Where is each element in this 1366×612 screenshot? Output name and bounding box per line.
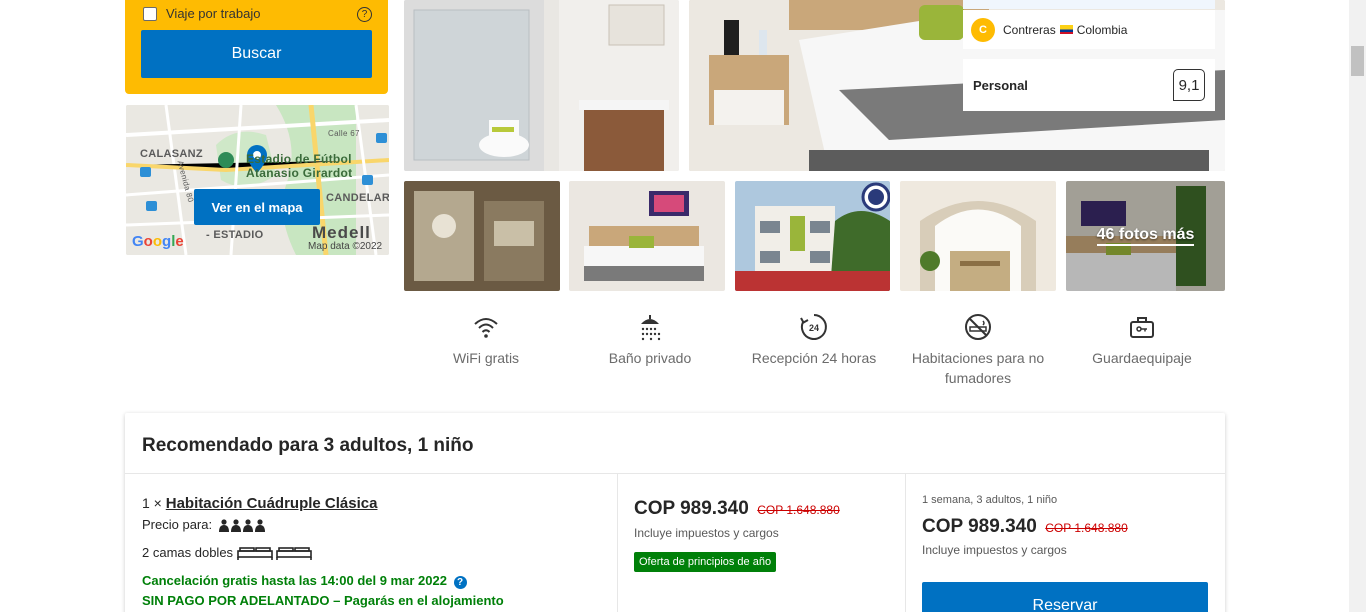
old-price: COP 1.648.880 xyxy=(757,503,840,517)
shower-icon xyxy=(641,315,661,341)
google-logo: Google xyxy=(132,233,184,250)
divider xyxy=(125,473,1225,474)
info-icon[interactable]: ? xyxy=(453,576,467,589)
no-smoking-icon xyxy=(965,314,991,340)
recommendation-title: Recomendado para 3 adultos, 1 niño xyxy=(142,435,474,456)
facility-non-smoking: Habitaciones para no fumadores xyxy=(898,312,1058,388)
more-photos-label[interactable]: 46 fotos más xyxy=(1066,181,1225,291)
stay-summary: 1 semana, 3 adultos, 1 niño xyxy=(922,494,1058,506)
free-cancellation: Cancelación gratis hasta las 14:00 del 9… xyxy=(142,573,467,589)
recommendation-panel: Recomendado para 3 adultos, 1 niño 1 × H… xyxy=(125,413,1225,612)
map-preview[interactable]: CALASANZ Estadio de Fútbol Atanasio Gira… xyxy=(126,105,389,255)
map-label-estadio: - ESTADIO xyxy=(206,229,264,241)
total-old-price: COP 1.648.880 xyxy=(1045,521,1128,535)
review-card-top xyxy=(963,0,1215,9)
facility-label: Recepción 24 horas xyxy=(751,350,877,366)
work-trip-label: Viaje por trabajo xyxy=(166,6,261,21)
room-name-link[interactable]: Habitación Cuádruple Clásica xyxy=(166,495,378,512)
map-label-candelaria: CANDELARIA xyxy=(326,192,389,204)
total-price: COP 989.340 xyxy=(922,516,1037,537)
room-line: 1 × Habitación Cuádruple Clásica xyxy=(142,495,377,512)
map-label-calasanz: CALASANZ xyxy=(140,148,203,160)
review-author: C Contreras Colombia xyxy=(963,10,1215,49)
occupancy-line: Precio para: xyxy=(142,517,267,533)
map-label-calle: Calle 67 xyxy=(328,129,360,138)
search-button[interactable]: Buscar xyxy=(141,30,372,78)
beds-line: 2 camas dobles xyxy=(142,545,313,561)
category-label: Personal xyxy=(973,77,1028,93)
facility-label: WiFi gratis xyxy=(452,350,520,366)
divider xyxy=(617,474,618,612)
photo-reception[interactable] xyxy=(900,181,1056,291)
deal-badge: Oferta de principios de año xyxy=(634,552,777,572)
photo-facade[interactable] xyxy=(735,181,890,291)
facility-label: Habitaciones para no fumadores xyxy=(911,350,1045,386)
facility-label: Baño privado xyxy=(608,350,692,366)
price: COP 989.340 xyxy=(634,498,749,519)
photo-lobby[interactable] xyxy=(404,181,560,291)
double-bed-icon xyxy=(236,546,312,560)
scrollbar[interactable] xyxy=(1349,0,1366,612)
clock-24-icon: 24 xyxy=(800,314,827,340)
work-trip-row[interactable]: Viaje por trabajo xyxy=(143,6,260,21)
reviewer-avatar: C xyxy=(971,17,995,42)
room-quantity: 1 × xyxy=(142,495,162,511)
person-icons xyxy=(218,519,265,533)
view-map-button[interactable]: Ver en el mapa xyxy=(194,189,320,225)
reviewer-name: Contreras xyxy=(1003,22,1056,37)
luggage-icon xyxy=(1130,317,1154,338)
reserve-button[interactable]: Reservar xyxy=(922,582,1208,612)
review-category-staff: Personal 9,1 xyxy=(963,59,1215,111)
no-prepayment: SIN PAGO POR ADELANTADO – Pagarás en el … xyxy=(142,593,504,608)
occupancy-icons xyxy=(218,519,267,533)
price-for-label: Precio para: xyxy=(142,517,213,532)
photo-bathroom[interactable] xyxy=(404,0,679,171)
scrollbar-thumb[interactable] xyxy=(1351,46,1364,76)
taxes-note: Incluye impuestos y cargos xyxy=(634,526,779,540)
reviewer-country: Colombia xyxy=(1076,22,1128,37)
map-attribution: Map data ©2022 xyxy=(308,241,383,252)
beds-label: 2 camas dobles xyxy=(142,545,234,560)
facility-label: Guardaequipaje xyxy=(1092,350,1192,366)
facility-wifi: WiFi gratis xyxy=(406,312,566,368)
price-block: COP 989.340 COP 1.648.880 xyxy=(634,498,840,520)
total-taxes-note: Incluye impuestos y cargos xyxy=(922,543,1067,557)
colombia-flag-icon xyxy=(1059,25,1073,34)
svg-text:24: 24 xyxy=(809,323,819,333)
work-trip-checkbox[interactable] xyxy=(143,6,157,21)
category-score: 9,1 xyxy=(1173,69,1205,101)
map-label-stadium: Estadio de Fútbol xyxy=(246,152,352,166)
facility-luggage: Guardaequipaje xyxy=(1062,312,1222,368)
wifi-icon xyxy=(474,318,498,338)
facility-reception: 24 Recepción 24 horas xyxy=(734,312,894,368)
photo-more[interactable]: 46 fotos más xyxy=(1066,181,1225,291)
divider xyxy=(905,474,906,612)
map-label-medellin: Medell xyxy=(312,223,371,242)
search-panel: Viaje por trabajo ? Buscar xyxy=(125,0,388,94)
map-label-stadium-2: Atanasio Girardot xyxy=(246,166,353,180)
photo-bedroom-2[interactable] xyxy=(569,181,725,291)
facility-bathroom: Baño privado xyxy=(570,312,730,368)
total-price-block: COP 989.340 COP 1.648.880 xyxy=(922,516,1128,538)
help-icon[interactable]: ? xyxy=(357,7,372,22)
